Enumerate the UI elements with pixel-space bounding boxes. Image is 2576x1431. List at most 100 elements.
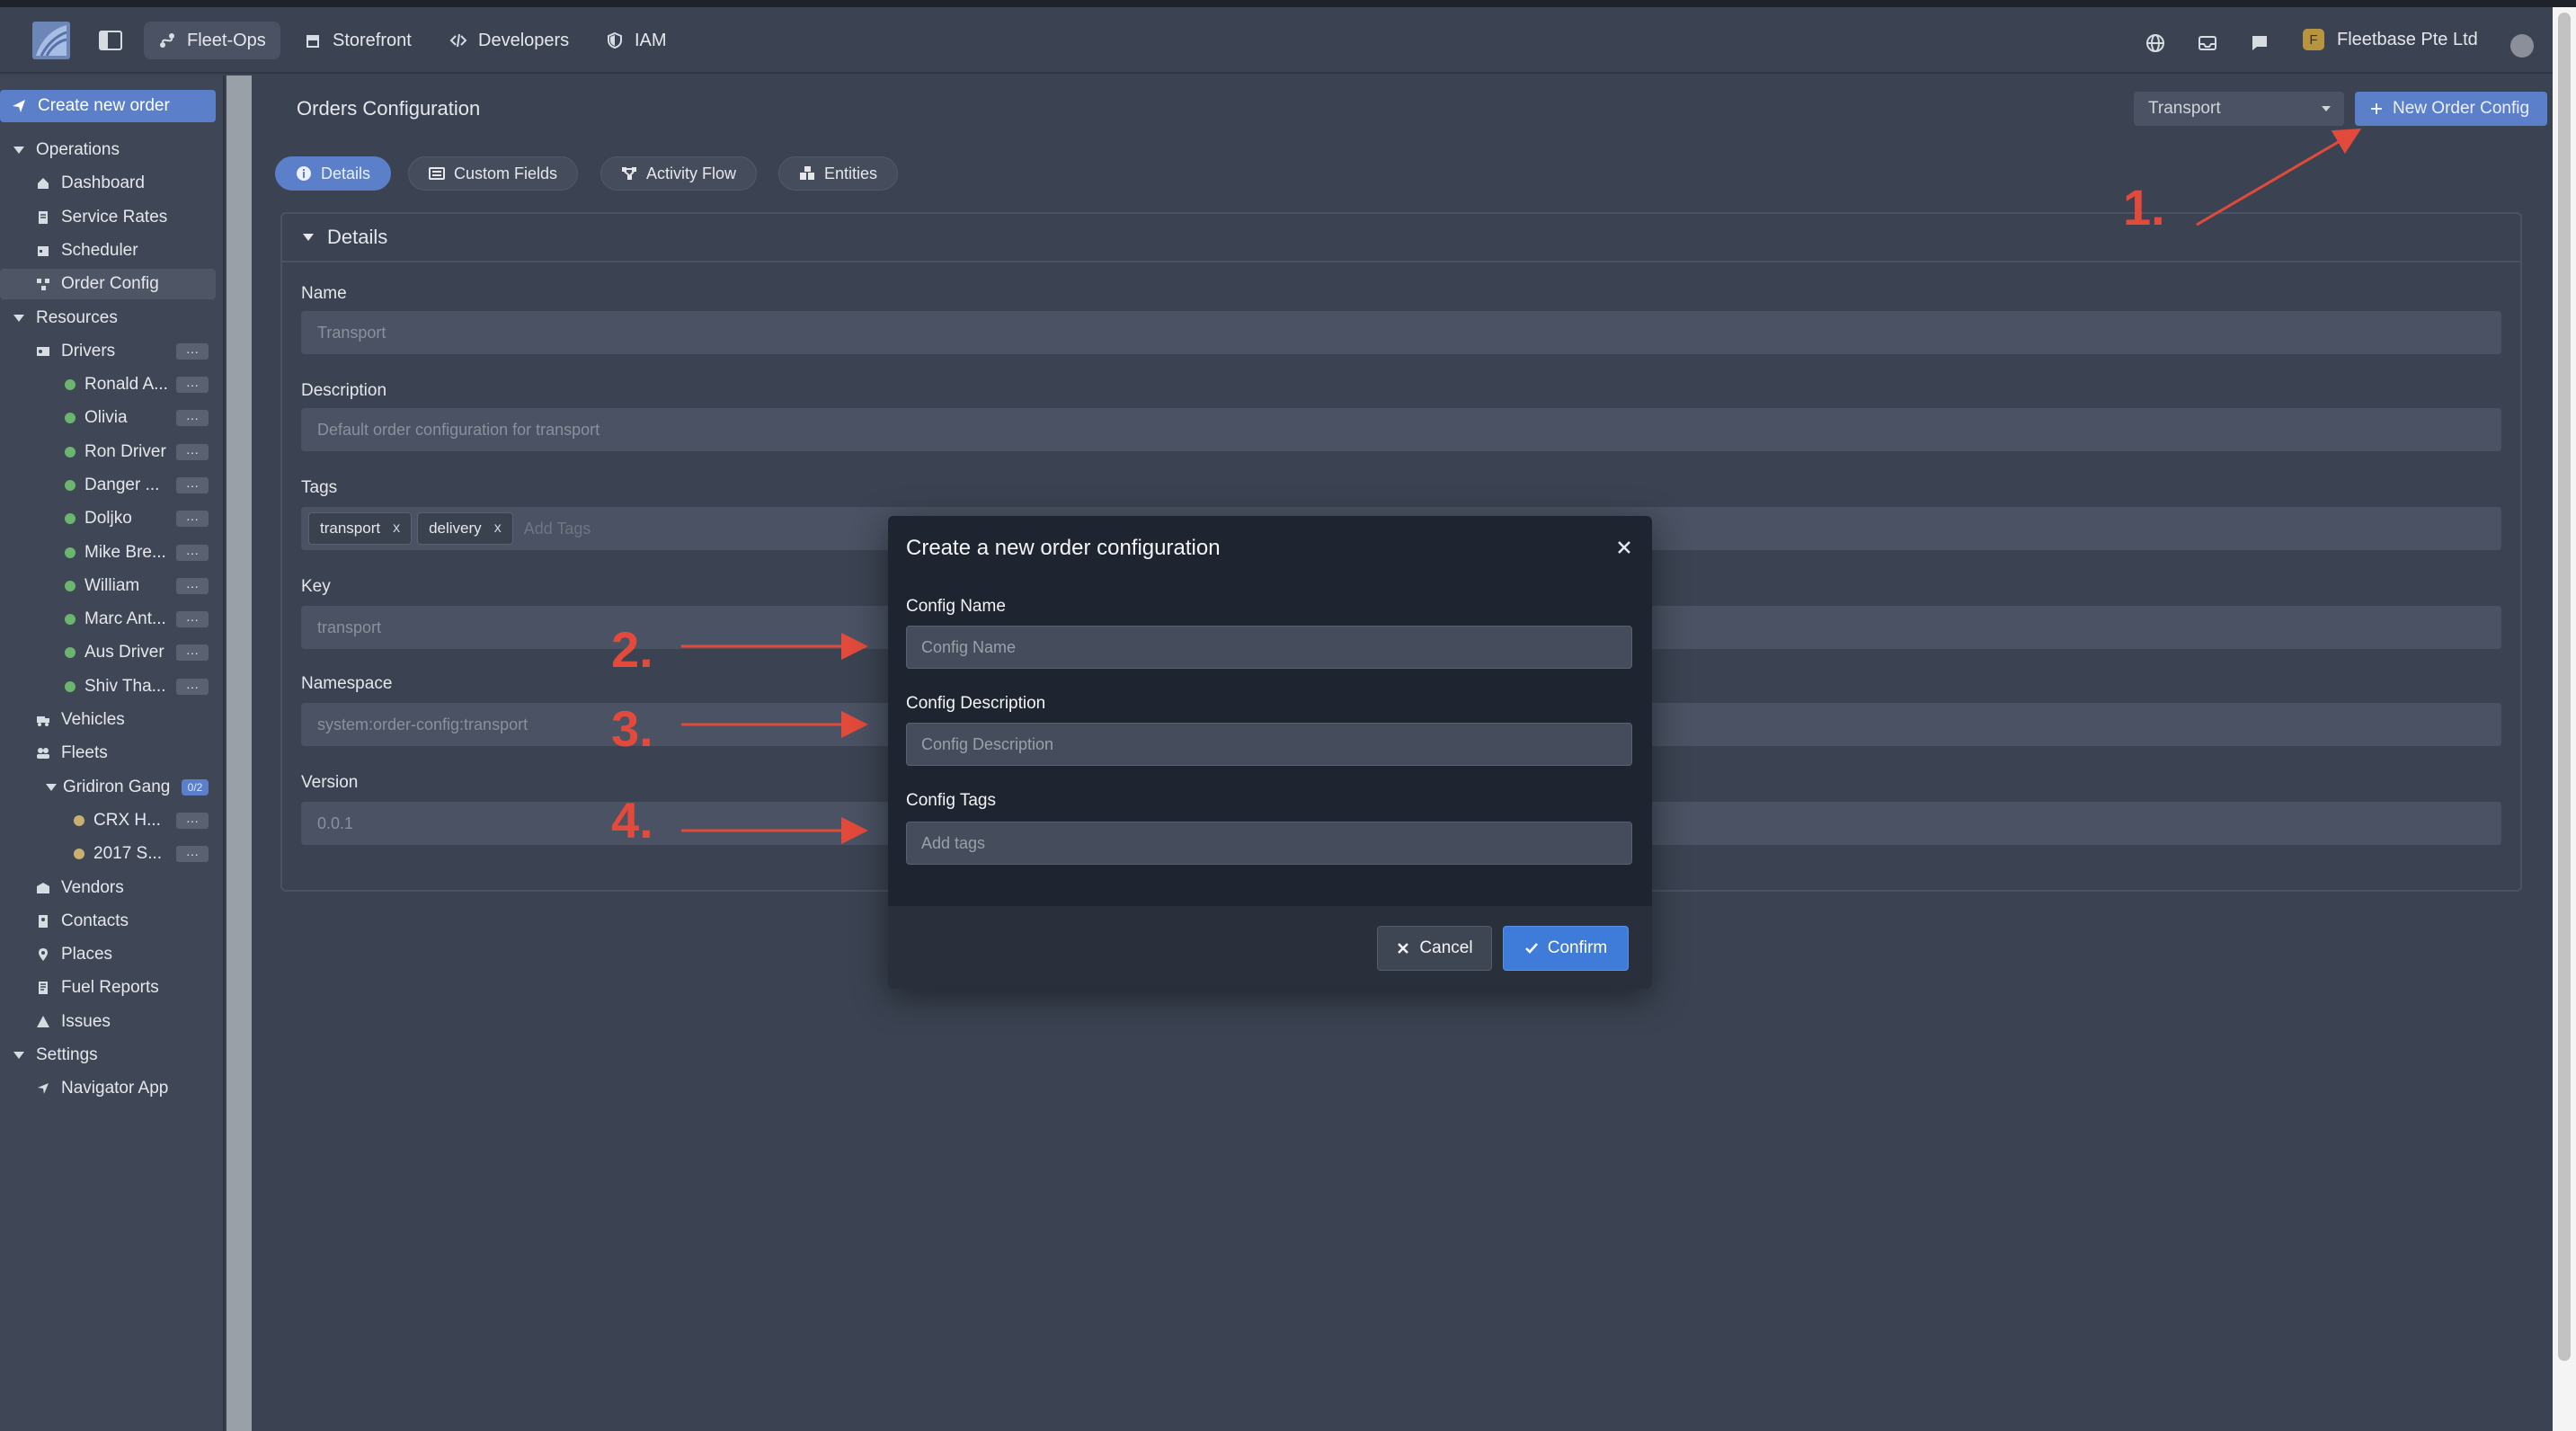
sidebar-driver-item[interactable]: Aus Driver ··· [0,637,216,668]
details-panel-header[interactable]: Details [282,214,2520,262]
org-switcher[interactable]: F Fleetbase Pte Ltd [2303,29,2478,50]
sidebar-item-label: Contacts [61,911,129,930]
sidebar-fleet-group[interactable]: Gridiron Gang 0/2 [0,772,216,803]
tag-chip[interactable]: transport x [308,512,413,545]
sidebar-item-order-config[interactable]: Order Config [0,269,216,299]
sidebar-driver-item[interactable]: Ronald A... ··· [0,369,216,400]
sidebar-driver-item[interactable]: Doljko ··· [0,503,216,534]
name-input[interactable]: Transport [301,311,2501,354]
config-tags-input[interactable]: Add tags [906,822,1632,865]
tab-details[interactable]: Details [275,156,392,191]
more-options-button[interactable]: ··· [176,644,209,661]
sidebar-member-label: CRX H... [93,811,161,830]
more-options-button[interactable]: ··· [176,813,209,829]
more-options-button[interactable]: ··· [176,444,209,460]
users-icon [37,748,49,759]
user-avatar[interactable] [2510,34,2534,58]
sidebar-item-service-rates[interactable]: Service Rates [0,202,216,233]
remove-tag-icon[interactable]: x [494,520,502,537]
sidebar-item-contacts[interactable]: Contacts [0,906,216,937]
sidebar-driver-item[interactable]: Olivia ··· [0,403,216,433]
tab-storefront[interactable]: Storefront [289,22,426,59]
sidebar-section-resources[interactable]: Resources [0,303,216,333]
globe-icon[interactable] [2145,32,2166,54]
sidebar-item-fuel-reports[interactable]: Fuel Reports [0,973,216,1003]
namespace-label: Namespace [301,674,393,693]
new-order-config-button[interactable]: New Order Config [2355,92,2547,126]
sidebar-item-scheduler[interactable]: Scheduler [0,236,216,266]
config-select[interactable]: Transport [2134,92,2344,126]
sidebar-driver-item[interactable]: Shiv Tha... ··· [0,671,216,702]
sidebar-driver-item[interactable]: Danger ... ··· [0,470,216,501]
sidebar-item-fleets[interactable]: Fleets [0,738,216,769]
sidebar-section-settings[interactable]: Settings [0,1040,216,1071]
tab-label: Fleet-Ops [187,30,266,50]
tags-placeholder: Add Tags [523,519,591,538]
more-options-button[interactable]: ··· [176,846,209,862]
sidebar-resize-gutter[interactable] [227,76,252,1431]
scrollbar-thumb[interactable] [2558,13,2571,1361]
tab-developers[interactable]: Developers [435,22,583,59]
more-options-button[interactable]: ··· [176,545,209,561]
more-options-button[interactable]: ··· [176,343,209,360]
more-options-button[interactable]: ··· [176,377,209,393]
sidebar-fleet-member[interactable]: 2017 S... ··· [0,839,216,869]
sidebar-toggle-icon[interactable] [97,27,124,54]
tab-iam[interactable]: IAM [591,22,681,59]
close-icon[interactable] [1614,538,1634,557]
tab-custom-fields[interactable]: Custom Fields [408,156,579,191]
more-options-button[interactable]: ··· [176,578,209,594]
flow-icon [622,167,636,180]
chat-icon[interactable] [2249,32,2270,54]
create-order-button[interactable]: Create new order [0,90,216,122]
description-label: Description [301,381,387,400]
sidebar-group-label: Gridiron Gang [63,778,171,796]
sidebar-driver-item[interactable]: Ron Driver ··· [0,437,216,467]
remove-tag-icon[interactable]: x [393,520,400,537]
tag-chip[interactable]: delivery x [417,512,513,545]
status-dot [65,581,76,591]
sidebar-driver-item[interactable]: Marc Ant... ··· [0,604,216,635]
more-options-button[interactable]: ··· [176,410,209,426]
config-description-input[interactable]: Config Description [906,723,1632,766]
sidebar-item-issues[interactable]: Issues [0,1007,216,1037]
sidebar-item-dashboard[interactable]: Dashboard [0,168,216,199]
status-dot [74,815,84,826]
inbox-icon[interactable] [2197,32,2218,54]
status-dot [65,681,76,692]
sidebar-item-vehicles[interactable]: Vehicles [0,705,216,735]
more-options-button[interactable]: ··· [176,511,209,527]
chevron-down-icon [2322,106,2331,111]
sidebar-member-label: 2017 S... [93,844,163,863]
list-icon [429,167,445,180]
sidebar-item-navigator-app[interactable]: Navigator App [0,1073,216,1104]
sidebar-driver-item[interactable]: Mike Bre... ··· [0,538,216,568]
sidebar-driver-item[interactable]: William ··· [0,571,216,601]
sidebar-item-drivers[interactable]: Drivers ··· [0,336,216,367]
tab-activity-flow[interactable]: Activity Flow [600,156,758,191]
sidebar-fleet-member[interactable]: CRX H... ··· [0,805,216,836]
sidebar-item-vendors[interactable]: Vendors [0,873,216,903]
annotation-arrow-1 [2196,128,2362,227]
status-dot [65,614,76,625]
cancel-button[interactable]: Cancel [1377,926,1492,971]
annotation-2: 2. [611,621,653,678]
app-logo[interactable] [32,22,70,59]
caret-down-icon [46,784,57,791]
sidebar-driver-label: Ronald A... [84,375,168,394]
sidebar-driver-label: Shiv Tha... [84,677,166,696]
description-input[interactable]: Default order configuration for transpor… [301,408,2501,451]
more-options-button[interactable]: ··· [176,477,209,493]
sidebar-item-label: Scheduler [61,241,138,260]
tab-fleet-ops[interactable]: Fleet-Ops [144,22,280,59]
confirm-button[interactable]: Confirm [1503,926,1629,971]
create-config-modal: Create a new order configuration Config … [888,516,1652,989]
sidebar-driver-label: Ron Driver [84,442,166,461]
sidebar-driver-label: Aus Driver [84,643,164,662]
more-options-button[interactable]: ··· [176,679,209,695]
sidebar-section-operations[interactable]: Operations [0,135,216,165]
config-name-input[interactable]: Config Name [906,626,1632,669]
more-options-button[interactable]: ··· [176,611,209,627]
sidebar-item-places[interactable]: Places [0,939,216,970]
tab-entities[interactable]: Entities [778,156,899,191]
